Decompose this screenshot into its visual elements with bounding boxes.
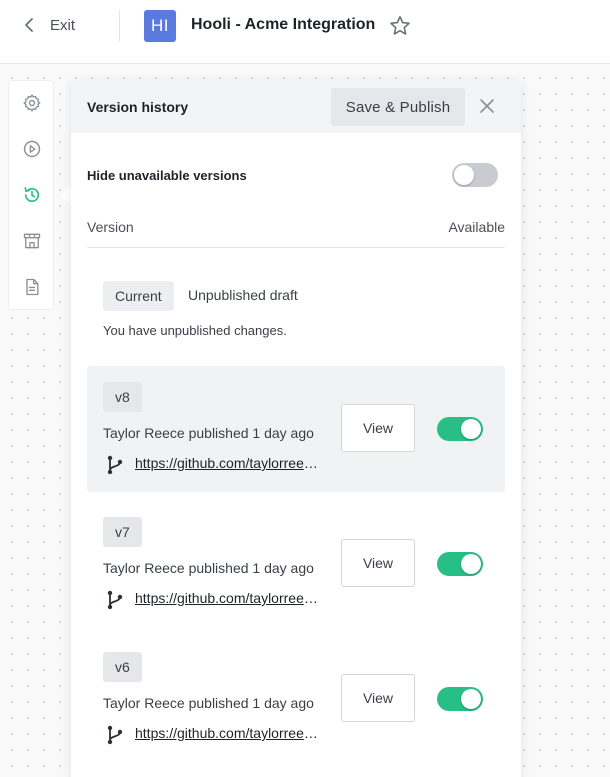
rail-item-version-history[interactable] bbox=[21, 184, 43, 206]
git-branch-icon bbox=[107, 590, 123, 610]
rail-item-documentation[interactable] bbox=[21, 276, 43, 298]
git-branch-icon bbox=[107, 725, 123, 745]
version-history-panel: Version history Save & Publish Hide unav… bbox=[71, 80, 521, 777]
git-branch-icon bbox=[107, 455, 123, 475]
column-header-version: Version bbox=[87, 219, 134, 235]
view-button[interactable]: View bbox=[341, 404, 415, 452]
panel-title: Version history bbox=[87, 99, 189, 115]
repository-link[interactable]: https://github.com/taylorreece/hooli-acm… bbox=[135, 455, 323, 471]
gear-icon bbox=[23, 94, 41, 112]
available-toggle[interactable] bbox=[437, 687, 483, 711]
version-row: v6 Taylor Reece published 1 day ago http… bbox=[87, 636, 505, 762]
version-meta: Taylor Reece published 1 day ago bbox=[103, 560, 314, 576]
toggle-knob bbox=[461, 419, 481, 439]
repository-link[interactable]: https://github.com/taylorreece/hooli-acm… bbox=[135, 590, 323, 606]
hide-unavailable-label: Hide unavailable versions bbox=[87, 168, 247, 183]
view-button[interactable]: View bbox=[341, 674, 415, 722]
storefront-icon bbox=[23, 233, 41, 249]
available-toggle[interactable] bbox=[437, 552, 483, 576]
app-avatar: HI bbox=[144, 10, 176, 42]
rail-item-settings[interactable] bbox=[21, 92, 43, 114]
panel-header: Version history Save & Publish bbox=[71, 80, 521, 133]
exit-label: Exit bbox=[50, 16, 76, 34]
exit-button[interactable]: Exit bbox=[24, 14, 75, 36]
column-header-available: Available bbox=[448, 219, 505, 235]
view-button[interactable]: View bbox=[341, 539, 415, 587]
rail-item-test-runs[interactable] bbox=[21, 138, 43, 160]
document-icon bbox=[26, 278, 39, 296]
chevron-left-icon bbox=[25, 18, 33, 32]
toggle-knob bbox=[461, 689, 481, 709]
version-row: v8 Taylor Reece published 1 day ago http… bbox=[87, 366, 505, 492]
version-meta: Taylor Reece published 1 day ago bbox=[103, 425, 314, 441]
version-row: v7 Taylor Reece published 1 day ago http… bbox=[87, 501, 505, 627]
version-tag: v6 bbox=[103, 652, 142, 682]
play-circle-icon bbox=[23, 140, 41, 158]
draft-label: Unpublished draft bbox=[188, 287, 298, 303]
left-rail bbox=[8, 80, 54, 310]
history-icon bbox=[24, 187, 40, 203]
column-divider bbox=[87, 247, 505, 248]
unpublished-note: You have unpublished changes. bbox=[103, 323, 287, 338]
toggle-knob bbox=[461, 554, 481, 574]
available-toggle[interactable] bbox=[437, 417, 483, 441]
panel-caret bbox=[60, 185, 71, 205]
toggle-knob bbox=[454, 165, 474, 185]
hide-unavailable-toggle[interactable] bbox=[452, 163, 498, 187]
rail-item-marketplace[interactable] bbox=[21, 230, 43, 252]
repository-link[interactable]: https://github.com/taylorreece/hooli-acm… bbox=[135, 725, 323, 741]
app-title: Hooli - Acme Integration bbox=[191, 16, 376, 33]
star-icon[interactable] bbox=[388, 14, 412, 38]
version-tag: v8 bbox=[103, 382, 142, 412]
version-tag: v7 bbox=[103, 517, 142, 547]
save-publish-button[interactable]: Save & Publish bbox=[331, 88, 465, 126]
version-meta: Taylor Reece published 1 day ago bbox=[103, 695, 314, 711]
header-divider bbox=[119, 10, 120, 42]
close-icon[interactable] bbox=[477, 96, 497, 116]
current-chip: Current bbox=[103, 281, 174, 311]
top-header: Exit HI Hooli - Acme Integration bbox=[0, 0, 610, 64]
